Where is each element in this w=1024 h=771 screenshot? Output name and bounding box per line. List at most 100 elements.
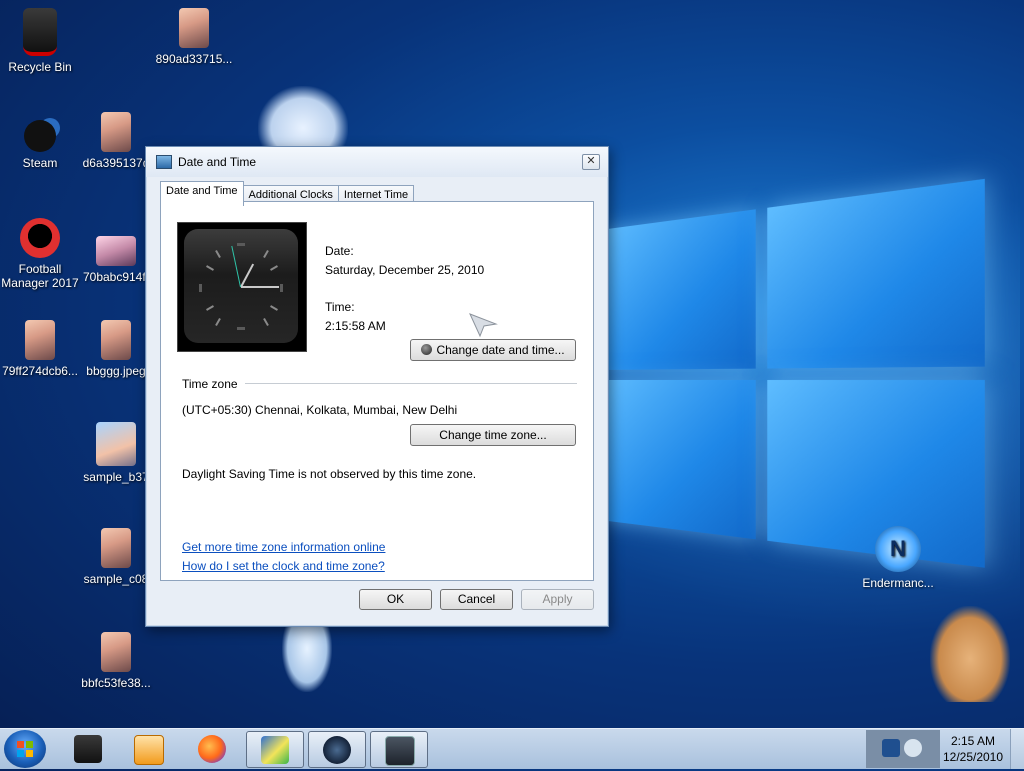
recycle-bin-icon: [23, 8, 57, 56]
desktop-icon-70babc914f[interactable]: 70babc914f.: [76, 236, 156, 284]
taskbar-app-steam[interactable]: [308, 731, 366, 768]
taskbar-time: 2:15 AM: [950, 734, 996, 748]
desktop-icon-d6a395137d[interactable]: d6a395137d: [76, 112, 156, 170]
cancel-button[interactable]: Cancel: [440, 589, 513, 610]
football-manager-icon: [20, 218, 60, 258]
desktop-icon-label: bbggg.jpeg: [86, 364, 146, 378]
desktop-icon-football-manager[interactable]: Football Manager 2017: [0, 218, 80, 290]
desktop-icon-sample-b37[interactable]: sample_b37: [76, 422, 156, 484]
windows-logo-icon: [17, 741, 33, 757]
tab-date-and-time[interactable]: Date and Time: [160, 181, 244, 206]
taskbar: ▲ 2:15 AM 12/25/2010: [0, 728, 1024, 769]
clock-tick-3: [280, 284, 283, 292]
dst-note: Daylight Saving Time is not observed by …: [182, 467, 477, 481]
uac-shield-icon: [421, 344, 433, 355]
wallpaper-anime-figure-lower: [282, 620, 332, 692]
change-date-time-button[interactable]: Change date and time...: [410, 339, 576, 361]
image-file-icon: [101, 112, 131, 152]
dialog-title: Date and Time: [178, 155, 257, 169]
desktop-icon-label: Endermanc...: [862, 576, 934, 590]
clock-second-hand: [231, 245, 241, 288]
time-value: 2:15:58 AM: [325, 319, 386, 333]
desktop-icon-label: Steam: [22, 156, 58, 170]
date-label: Date:: [325, 244, 354, 258]
desktop-icon-label: d6a395137d: [82, 156, 150, 170]
show-desktop-button[interactable]: [1010, 729, 1024, 769]
desktop-icon-label: 890ad33715...: [155, 52, 233, 66]
image-file-icon: [96, 422, 136, 466]
clock-tick: [215, 318, 221, 326]
clock-tick: [270, 265, 278, 271]
clock-tick: [263, 318, 269, 326]
desktop-icon-steam[interactable]: Steam: [0, 120, 80, 170]
image-file-icon: [101, 528, 131, 568]
wallpaper-windows-logo: [600, 178, 993, 582]
change-date-time-label: Change date and time...: [436, 343, 565, 357]
task-checkmark-icon: [261, 736, 289, 764]
clock-tick-12: [237, 243, 245, 246]
desktop-icon-890ad33715[interactable]: 890ad33715...: [154, 8, 234, 66]
desktop-icon-label: bbfc53fe38...: [81, 676, 151, 690]
timezone-info-link[interactable]: Get more time zone information online: [182, 540, 385, 554]
desktop-icon-label: sample_b37: [83, 470, 149, 484]
steam-icon: [24, 120, 56, 152]
clock-tick: [215, 250, 221, 258]
desktop-icon-endermanch[interactable]: N Endermanc...: [856, 526, 940, 590]
image-file-icon: [179, 8, 209, 48]
timezone-header: Time zone: [182, 377, 238, 391]
image-file-icon: [101, 320, 131, 360]
date-time-app-icon: [156, 155, 172, 169]
mouse-cursor-icon: [469, 313, 498, 338]
close-button[interactable]: ✕: [582, 154, 600, 170]
change-time-zone-button[interactable]: Change time zone...: [410, 424, 576, 446]
dialog-titlebar[interactable]: Date and Time ✕: [146, 147, 608, 177]
desktop-icon-label: sample_c08: [83, 572, 149, 586]
date-time-dialog: Date and Time ✕ Date and Time Additional…: [145, 146, 609, 627]
volume-icon[interactable]: [904, 739, 922, 757]
ok-button[interactable]: OK: [359, 589, 432, 610]
clock-hour-hand: [240, 263, 255, 288]
timezone-value: (UTC+05:30) Chennai, Kolkata, Mumbai, Ne…: [182, 403, 458, 417]
tab-panel: Date: Saturday, December 25, 2010 Time: …: [160, 201, 594, 581]
desktop-icon-label: 70babc914f.: [82, 270, 150, 284]
image-file-icon: [25, 320, 55, 360]
timezone-divider: [245, 383, 577, 384]
hamster-desktop-pet[interactable]: [930, 606, 1010, 702]
endermanch-icon: N: [875, 526, 921, 572]
taskbar-app-media[interactable]: [120, 731, 176, 766]
taskbar-app-datetime[interactable]: [370, 731, 428, 768]
close-icon: ✕: [586, 155, 596, 167]
clock-minute-hand: [241, 286, 279, 288]
start-button[interactable]: [4, 730, 46, 768]
desktop-icon-label: Recycle Bin: [8, 60, 72, 74]
taskbar-app-tasks[interactable]: [246, 731, 304, 768]
clock-tick: [270, 305, 278, 311]
desktop-icon-79ff274dcb6[interactable]: 79ff274dcb6...: [0, 320, 80, 378]
media-player-icon: [134, 735, 164, 765]
desktop-icon-bbggg[interactable]: bbggg.jpeg: [76, 320, 156, 378]
desktop-icon-bbfc53fe38[interactable]: bbfc53fe38...: [76, 632, 156, 690]
image-file-icon: [101, 632, 131, 672]
desktop-icon-recycle-bin[interactable]: Recycle Bin: [0, 8, 80, 74]
network-icon[interactable]: [882, 739, 900, 757]
notification-area: [866, 730, 940, 768]
taskbar-app-1[interactable]: [60, 731, 116, 766]
clock-face: [184, 229, 298, 343]
image-file-icon: [96, 236, 136, 266]
taskbar-clock[interactable]: 2:15 AM 12/25/2010: [940, 733, 1006, 765]
clock-help-link[interactable]: How do I set the clock and time zone?: [182, 559, 385, 573]
unknown-app-icon: [74, 735, 102, 763]
clock-tick-6: [237, 327, 245, 330]
desktop-icon-label: 79ff274dcb6...: [2, 364, 78, 378]
firefox-icon: [198, 735, 226, 763]
desktop-icon-sample-c08[interactable]: sample_c08: [76, 528, 156, 586]
taskbar-app-firefox[interactable]: [184, 731, 240, 766]
clock-tick-9: [199, 284, 202, 292]
analog-clock: [177, 222, 307, 352]
date-time-control-panel-icon: [385, 736, 415, 766]
taskbar-date: 12/25/2010: [942, 750, 1004, 764]
steam-icon: [323, 736, 351, 764]
clock-tick: [206, 265, 214, 271]
apply-button[interactable]: Apply: [521, 589, 594, 610]
clock-tick: [206, 305, 214, 311]
